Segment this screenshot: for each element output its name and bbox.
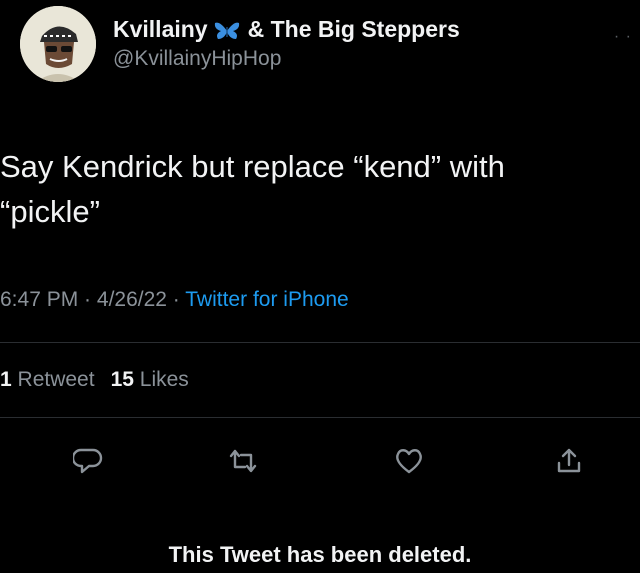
display-name-text: Kvillainy [113, 16, 208, 42]
divider [0, 417, 640, 418]
retweet-icon [229, 449, 257, 473]
tweet-date[interactable]: 4/26/22 [97, 288, 167, 311]
likes-count: 15 [110, 368, 134, 391]
retweets-count: 1 [0, 368, 12, 391]
avatar-image [20, 6, 96, 82]
tweet-meta: 6:47 PM · 4/26/22 · Twitter for iPhone [0, 288, 349, 312]
meta-separator: · [78, 288, 97, 311]
retweet-button[interactable] [225, 443, 261, 479]
heart-icon [396, 449, 422, 474]
share-icon [557, 448, 581, 473]
reply-button[interactable] [70, 443, 106, 479]
meta-separator: · [166, 288, 186, 311]
tweet-actions [0, 443, 640, 479]
tweet-text: Say Kendrick but replace “kend” with “pi… [0, 149, 505, 229]
likes-label: Likes [139, 368, 189, 391]
author-handle[interactable]: @KvillainyHipHop [113, 47, 460, 71]
tweet-source[interactable]: Twitter for iPhone [185, 288, 348, 311]
display-name-suffix: & The Big Steppers [247, 16, 460, 42]
like-button[interactable] [391, 443, 427, 479]
display-name[interactable]: Kvillainy & The Big Steppers [113, 16, 460, 43]
deleted-notice: This Tweet has been deleted. [168, 542, 472, 567]
avatar[interactable] [20, 6, 96, 82]
divider [0, 342, 640, 343]
tweet-header: Kvillainy & The Big Steppers @KvillainyH… [20, 6, 460, 92]
likes-stat[interactable]: 15 Likes [111, 368, 189, 391]
share-button[interactable] [551, 443, 587, 479]
butterfly-icon [214, 20, 240, 40]
tweet-time[interactable]: 6:47 PM [0, 288, 78, 311]
retweets-stat[interactable]: 1 Retweet [0, 368, 95, 391]
author-names: Kvillainy & The Big Steppers @KvillainyH… [113, 16, 460, 71]
tweet-stats: 1 Retweet 15 Likes [0, 368, 189, 392]
retweets-label: Retweet [17, 368, 95, 391]
tweet: Kvillainy & The Big Steppers @KvillainyH… [0, 0, 640, 573]
reply-icon [73, 448, 103, 474]
more-options-icon[interactable]: · · [614, 28, 632, 46]
